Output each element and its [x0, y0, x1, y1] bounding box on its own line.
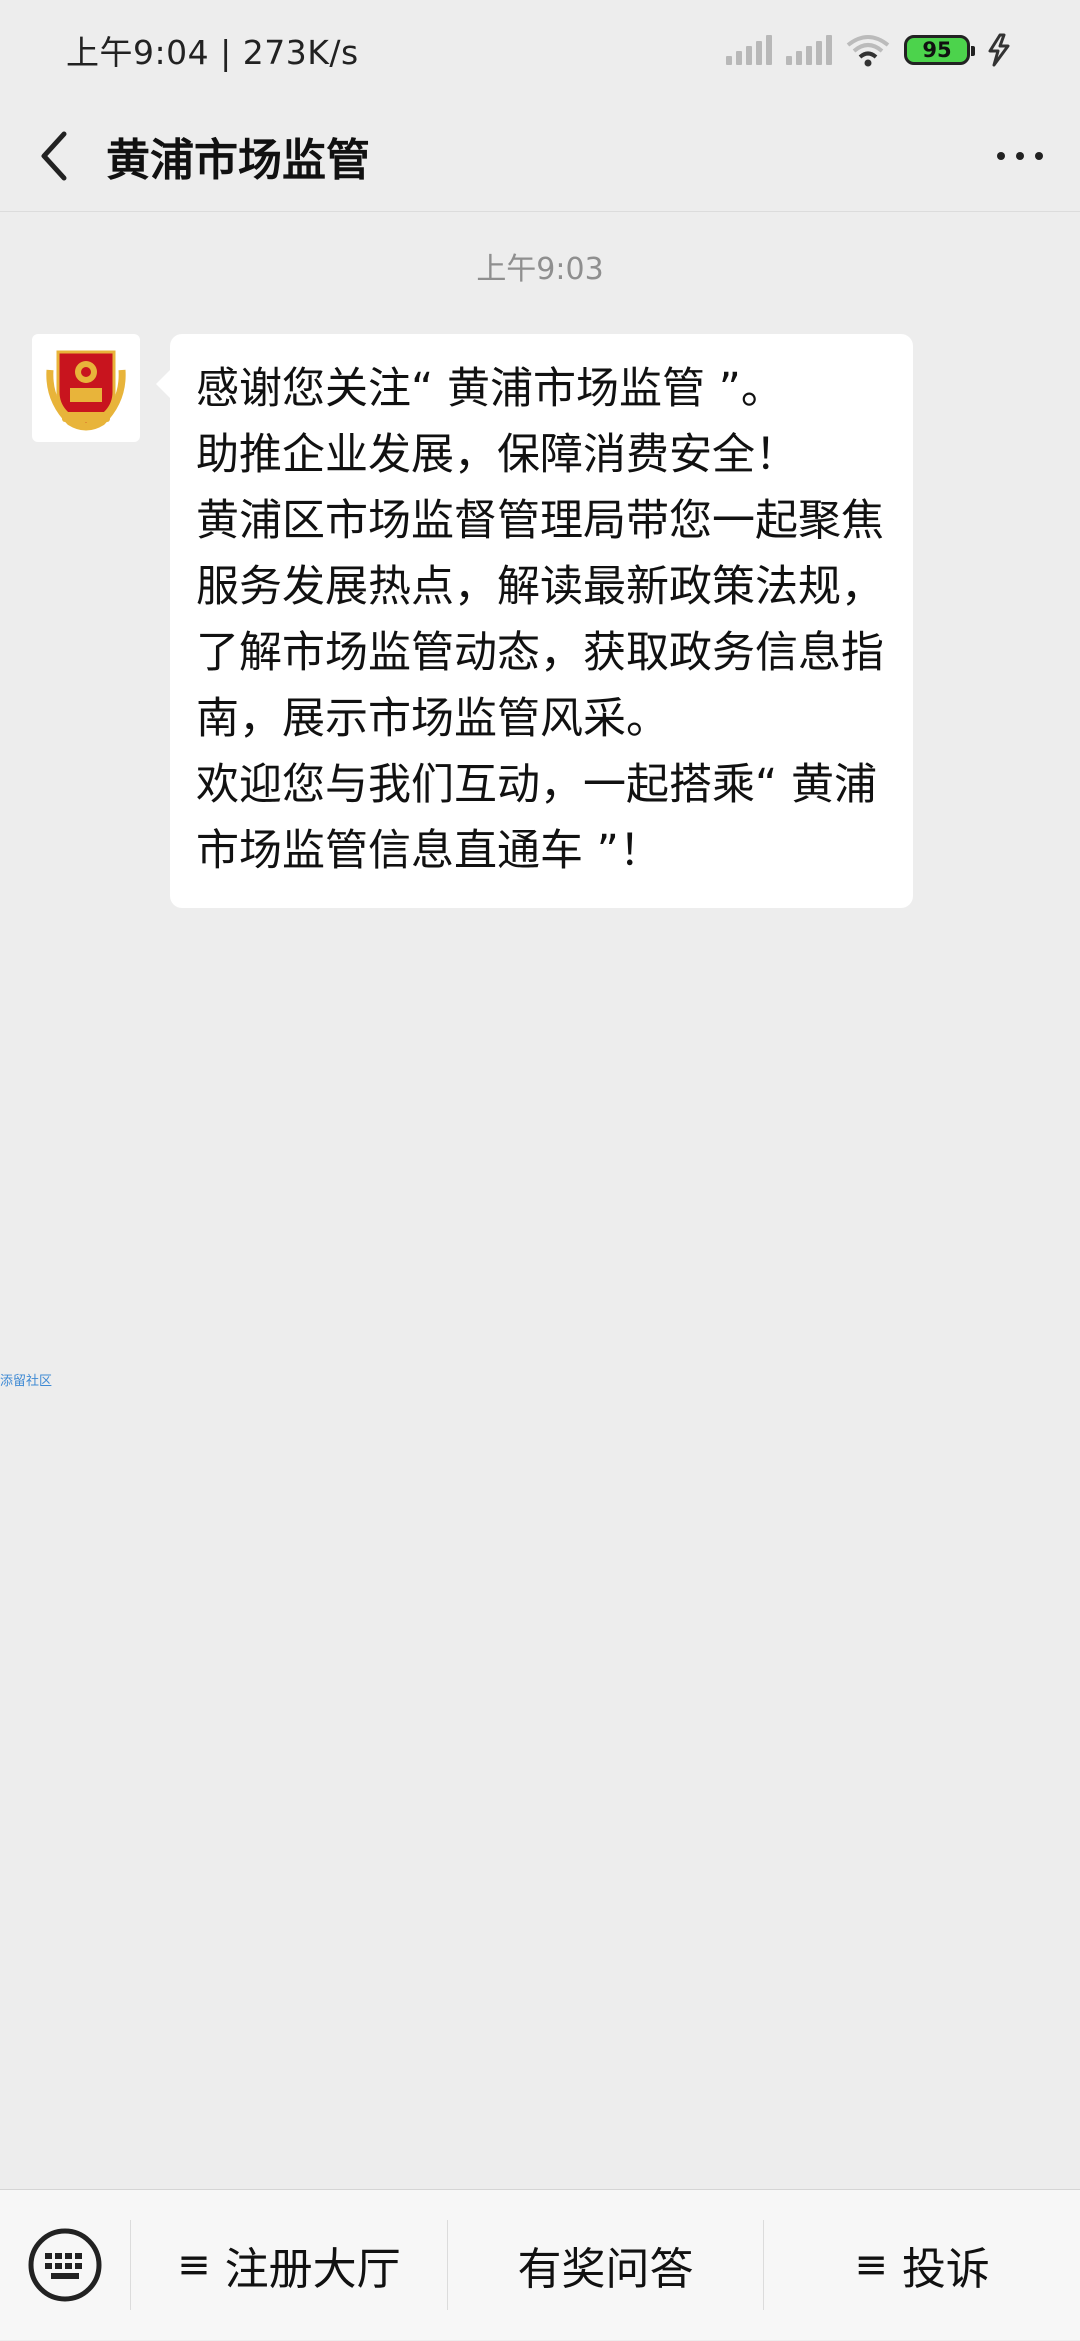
battery-level: 95 [922, 38, 952, 62]
menu-item-label: 有奖问答 [517, 2244, 694, 2295]
page-title: 黄浦市场监管 [106, 134, 370, 186]
message-bubble[interactable]: 感谢您关注“ 黄浦市场监管 ”。 助推企业发展，保障消费安全！ 黄浦区市场监督管… [156, 334, 913, 908]
menu-item-registration-hall[interactable]: ≡ 注册大厅 [131, 2190, 447, 2341]
battery-icon: 95 [904, 35, 975, 65]
status-time-speed: 上午9:04 | 273K/s [66, 33, 359, 72]
status-icons: 95 [726, 33, 1014, 67]
message-timestamp: 上午9:03 [476, 252, 604, 287]
chat-area[interactable]: 上午9:03 感谢您关注“ 黄浦市场监管 ”。 助推企业发展，保障消费安全！ 黄… [0, 212, 1080, 2189]
charging-icon [988, 33, 1010, 67]
emblem-logo-icon [46, 350, 126, 431]
wifi-icon [846, 35, 890, 67]
signal-icon [786, 35, 832, 65]
menu-list-icon: ≡ [177, 2242, 211, 2288]
side-link[interactable]: 添留社区 [0, 1370, 52, 1389]
bottom-menu-bar: ≡ 注册大厅 有奖问答 ≡ 投诉 [0, 2189, 1080, 2340]
menu-item-label: 注册大厅 [224, 2244, 401, 2295]
avatar[interactable] [32, 334, 140, 442]
menu-item-prize-quiz[interactable]: 有奖问答 [448, 2190, 764, 2341]
more-dots-icon [997, 151, 1005, 160]
keyboard-icon [28, 2228, 102, 2302]
signal-icon [726, 35, 772, 65]
status-bar: 上午9:04 | 273K/s 95 [0, 0, 1080, 100]
menu-item-complaint[interactable]: ≡ 投诉 [764, 2190, 1080, 2341]
chevron-left-icon [41, 131, 67, 180]
keyboard-toggle-button[interactable] [0, 2190, 130, 2341]
more-button[interactable] [960, 100, 1080, 212]
menu-item-label: 投诉 [901, 2244, 990, 2295]
menu-list-icon: ≡ [854, 2242, 888, 2288]
back-button[interactable] [0, 100, 106, 212]
nav-bar: 黄浦市场监管 [0, 100, 1080, 212]
